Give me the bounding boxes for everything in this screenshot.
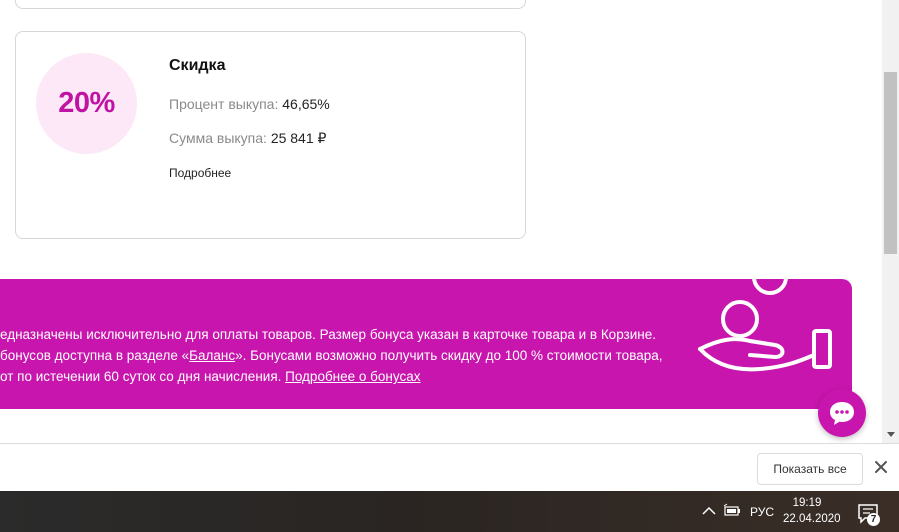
balance-link[interactable]: Баланс [189, 348, 235, 363]
close-icon[interactable] [872, 458, 890, 476]
discount-title: Скидка [169, 57, 226, 74]
hand-coins-icon [698, 269, 832, 372]
discount-value: 20% [58, 87, 115, 119]
buyout-sum-label: Сумма выкупа: [169, 130, 267, 146]
clock-date: 22.04.2020 [783, 513, 841, 525]
bonus-text-line-2: бонусов доступна в разделе «Баланс». Бон… [0, 345, 700, 366]
discount-card: 20% Скидка Процент выкупа: 46,65% Сумма … [15, 31, 526, 239]
page-scrollbar[interactable] [882, 0, 899, 443]
scrollbar-thumb[interactable] [884, 72, 897, 254]
bonus-text-line-2-start: бонусов доступна в разделе « [0, 348, 190, 363]
bonus-text-line-3: от по истечении 60 суток со дня начислен… [0, 366, 700, 387]
buyout-sum: Сумма выкупа: 25 841 ₽ [169, 130, 326, 147]
language-indicator[interactable]: РУС [750, 505, 774, 519]
scroll-down-arrow-icon[interactable] [882, 427, 899, 441]
windows-taskbar: РУС 19:19 22.04.2020 7 [0, 491, 899, 532]
buyout-percent-label: Процент выкупа: [169, 96, 279, 112]
chat-bubble-icon [830, 402, 854, 425]
system-clock[interactable]: 19:19 22.04.2020 [783, 495, 841, 527]
buyout-sum-value: 25 841 ₽ [270, 130, 327, 146]
bonus-text-line-1: едназначены исключительно для оплаты тов… [0, 327, 656, 342]
discount-more-link[interactable]: Подробнее [169, 166, 231, 180]
download-bar: Показать все [0, 443, 899, 492]
bonus-banner: едназначены исключительно для оплаты тов… [0, 269, 852, 409]
bonus-more-link[interactable]: Подробнее о бонусах [285, 369, 420, 384]
chat-button[interactable] [818, 389, 866, 437]
buyout-percent-value: 46,65% [282, 96, 330, 112]
discount-badge: 20% [36, 53, 137, 154]
show-all-button[interactable]: Показать все [757, 453, 863, 485]
buyout-percent: Процент выкупа: 46,65% [169, 96, 330, 112]
page-viewport: 20% Скидка Процент выкупа: 46,65% Сумма … [0, 0, 899, 443]
notification-count-badge: 7 [867, 513, 880, 526]
bonus-text-line-3-start: от по истечении 60 суток со дня начислен… [0, 369, 286, 384]
previous-card [15, 0, 526, 9]
clock-time: 19:19 [792, 497, 822, 509]
bonus-banner-text: едназначены исключительно для оплаты тов… [0, 324, 700, 387]
battery-icon[interactable] [723, 503, 741, 519]
bonus-text-line-2-end: ». Бонусами возможно получить скидку до … [235, 348, 663, 363]
chevron-up-icon[interactable] [700, 503, 718, 519]
